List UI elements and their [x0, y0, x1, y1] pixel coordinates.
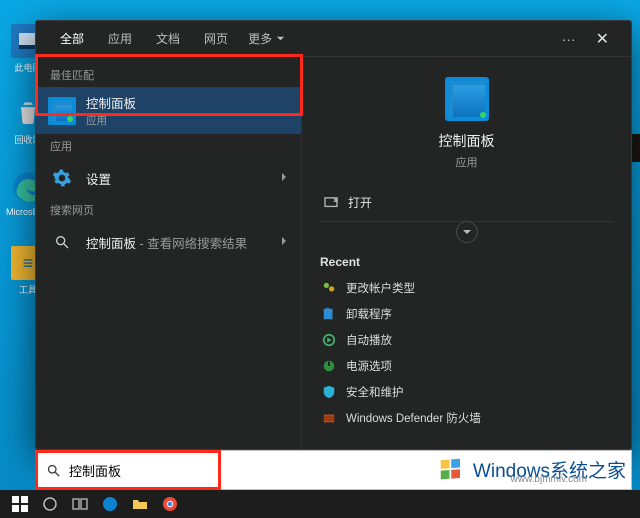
recent-item[interactable]: 卸载程序 [320, 301, 613, 327]
watermark-icon [439, 455, 467, 483]
section-web: 搜索网页 [36, 198, 301, 222]
tab-more[interactable]: 更多 [240, 30, 293, 47]
power-icon [322, 359, 336, 373]
recent-item[interactable]: 电源选项 [320, 353, 613, 379]
recent-item[interactable]: 更改帐户类型 [320, 275, 613, 301]
taskbar-taskview[interactable] [66, 493, 94, 515]
taskbar-explorer[interactable] [126, 493, 154, 515]
preview-title: 控制面板 [439, 131, 495, 151]
result-title: 控制面板 [86, 93, 136, 112]
tab-web[interactable]: 网页 [192, 20, 240, 57]
result-subtitle: 应用 [86, 113, 136, 128]
watermark-url: www.bjmmlv.com [511, 474, 587, 485]
user-accounts-icon [322, 281, 336, 295]
search-icon [48, 228, 76, 256]
section-best-match: 最佳匹配 [36, 63, 301, 87]
more-options-button[interactable]: ··· [552, 31, 586, 47]
search-preview-right: 控制面板 应用 打开 Recent 更改帐户类型 卸载程序 自动播放 电源选项 … [301, 57, 631, 449]
recent-section-label: Recent [320, 255, 613, 269]
taskbar [0, 490, 640, 518]
chevron-down-icon [276, 34, 285, 43]
tab-apps[interactable]: 应用 [96, 20, 144, 57]
control-panel-icon [48, 97, 76, 125]
section-apps: 应用 [36, 134, 301, 158]
firewall-icon [322, 411, 336, 425]
tab-all[interactable]: 全部 [48, 20, 96, 57]
taskbar-cortana[interactable] [36, 493, 64, 515]
preview-subtitle: 应用 [456, 154, 478, 170]
search-icon [46, 463, 61, 478]
gear-icon [48, 164, 76, 192]
result-title: 设置 [86, 169, 111, 188]
taskbar-chrome[interactable] [156, 493, 184, 515]
open-icon [324, 197, 338, 209]
chevron-down-icon [462, 227, 472, 237]
result-settings[interactable]: 设置 [36, 158, 301, 198]
result-title: 控制面板 [86, 237, 136, 251]
start-button[interactable] [6, 493, 34, 515]
search-results-left: 最佳匹配 控制面板 应用 应用 设置 搜索网页 [36, 57, 301, 449]
control-panel-icon-large [445, 77, 489, 121]
search-panel: 全部 应用 文档 网页 更多 ··· ✕ 最佳匹配 控制面板 应用 应用 [35, 20, 632, 450]
recent-item[interactable]: 自动播放 [320, 327, 613, 353]
close-button[interactable]: ✕ [586, 29, 619, 49]
tab-docs[interactable]: 文档 [144, 20, 192, 57]
programs-icon [322, 307, 336, 321]
taskbar-edge[interactable] [96, 493, 124, 515]
result-control-panel[interactable]: 控制面板 应用 [36, 87, 301, 134]
recent-item[interactable]: 安全和维护 [320, 379, 613, 405]
chevron-right-icon [279, 169, 289, 187]
desktop-icon-label: Micros [6, 207, 33, 217]
chevron-right-icon [279, 233, 289, 251]
security-icon [322, 385, 336, 399]
autoplay-icon [322, 333, 336, 347]
result-web-search[interactable]: 控制面板 - 查看网络搜索结果 [36, 222, 301, 262]
expand-toggle[interactable] [320, 221, 613, 243]
search-tabs: 全部 应用 文档 网页 更多 ··· ✕ [36, 21, 631, 57]
open-button[interactable]: 打开 [320, 184, 613, 222]
result-suffix: - 查看网络搜索结果 [136, 237, 247, 251]
recent-item[interactable]: Windows Defender 防火墙 [320, 405, 613, 431]
